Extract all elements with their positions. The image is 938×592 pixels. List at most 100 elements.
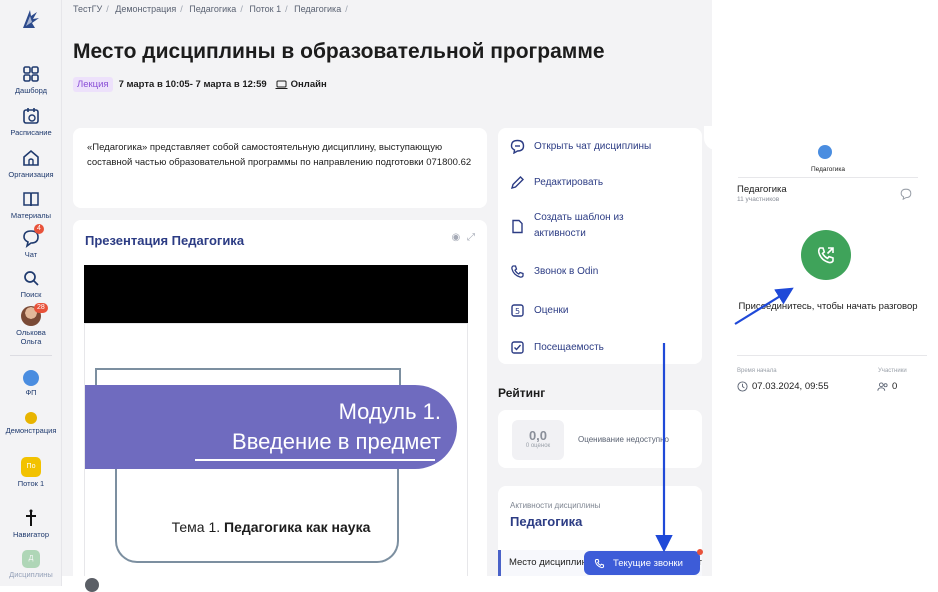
rating-card: 0,0 0 оценок Оценивание недоступно [498, 410, 702, 468]
breadcrumb-item[interactable]: Демонстрация [115, 4, 176, 14]
chat-name: Педагогика [737, 184, 787, 195]
description-card: «Педагогика» представляет собой самостоя… [73, 128, 487, 208]
grades-icon: 5 [511, 304, 524, 317]
score-box: 0,0 0 оценок [512, 420, 564, 460]
sidebar: Дашборд Расписание Организация Материалы… [0, 0, 62, 586]
slide-theme: Тема 1. Педагогика как наука [85, 519, 457, 535]
sidebar-item-organization[interactable]: Организация [0, 148, 62, 179]
presentation-slide[interactable]: Модуль 1. Введение в предмет Тема 1. Пед… [84, 323, 468, 586]
sidebar-item-label: Поток 1 [17, 479, 45, 488]
discipline-name[interactable]: Педагогика [510, 514, 582, 529]
bottom-bar [62, 576, 712, 586]
score-value: 0,0 [528, 428, 548, 443]
sidebar-item-materials[interactable]: Материалы [0, 189, 62, 220]
action-label: Посещаемость [534, 342, 604, 353]
create-template-action[interactable]: Создать шаблон из активности [510, 210, 670, 242]
start-time: 07.03.2024, 09:55 [737, 381, 829, 392]
slide-underline [195, 459, 435, 461]
slide-module-subtitle: Введение в предмет [232, 429, 441, 454]
grades-action[interactable]: 5 Оценки [510, 303, 568, 318]
sidebar-item-label: Материалы [10, 211, 52, 220]
pencil-icon [510, 176, 524, 190]
odin-call-action[interactable]: Звонок в Odin [510, 264, 598, 279]
rating-note: Оценивание недоступно [578, 435, 669, 444]
slide-theme-prefix: Тема 1. [171, 519, 221, 535]
sidebar-item-profile[interactable]: 28 Олькова Ольга [0, 303, 62, 346]
sidebar-item-disciplines[interactable]: Д Дисциплины [0, 550, 62, 579]
sidebar-item-schedule[interactable]: Расписание [0, 106, 62, 137]
sidebar-item-stream[interactable]: По Поток 1 [0, 457, 62, 488]
sidebar-item-search[interactable]: Поиск [0, 268, 62, 299]
sidebar-item-fp[interactable]: ФП [0, 370, 62, 397]
users-icon [877, 382, 888, 391]
breadcrumb-item[interactable]: ТестГУ [73, 4, 102, 14]
slide-header [84, 265, 468, 323]
discipline-icon: Д [22, 550, 40, 568]
call-panel-tab[interactable]: Педагогика [738, 134, 918, 178]
breadcrumb-item[interactable]: Поток 1 [249, 4, 281, 14]
sidebar-item-label: Олькова Ольга [16, 328, 46, 346]
page-title: Место дисциплины в образовательной прогр… [73, 40, 605, 63]
profile-badge: 28 [34, 303, 48, 313]
lesson-date: 7 марта в 10:05- 7 марта в 12:59 [118, 79, 267, 90]
group-icon: По [21, 457, 41, 477]
start-time-value: 07.03.2024, 09:55 [752, 381, 829, 392]
participants-value: 0 [892, 381, 898, 392]
sidebar-item-label: ФП [25, 388, 37, 397]
current-calls-button[interactable]: Текущие звонки [584, 551, 700, 575]
presentation-title: Презентация Педагогика [85, 233, 245, 248]
edit-action[interactable]: Редактировать [510, 175, 603, 190]
laptop-icon [275, 80, 288, 89]
start-time-label: Время начала [737, 368, 777, 374]
chat-bubble-icon[interactable] [900, 187, 912, 205]
action-label: Звонок в Odin [534, 266, 599, 277]
join-call-text: Присоединитесь, чтобы начать разговор [738, 301, 918, 312]
sidebar-item-dashboard[interactable]: Дашборд [0, 64, 62, 95]
call-panel: Педагогика Педагогика 11 участников Прис… [730, 126, 938, 416]
breadcrumb: ТестГУ / Демонстрация / Педагогика / Поток … [73, 4, 348, 14]
sidebar-item-label: Расписание [10, 128, 52, 137]
phone-icon [594, 558, 605, 568]
sidebar-item-demo[interactable]: Демонстрация [0, 412, 62, 435]
action-label: Редактировать [534, 177, 604, 188]
bottom-avatar [85, 578, 99, 592]
join-call-button[interactable] [801, 230, 851, 280]
attendance-action[interactable]: Посещаемость [510, 340, 604, 355]
slide-module-title: Модуль 1. [338, 399, 441, 424]
org-icon [25, 412, 37, 424]
rating-title: Рейтинг [498, 386, 546, 400]
sidebar-item-chat[interactable]: 4 Чат [0, 224, 62, 259]
sidebar-divider [10, 355, 52, 356]
logo-icon[interactable] [17, 6, 43, 32]
participants-count: 0 [877, 381, 897, 392]
org-icon [23, 370, 39, 386]
open-chat-action[interactable]: Открыть чат дисциплины [510, 139, 651, 154]
sidebar-item-label: Дашборд [14, 86, 48, 95]
call-panel-tab-label: Педагогика [811, 166, 845, 173]
search-icon [21, 268, 41, 288]
phone-icon [511, 265, 524, 278]
lesson-type-tag: Лекция [73, 77, 113, 92]
action-label: Оценки [534, 305, 569, 316]
eye-icon[interactable]: ◉ [451, 232, 460, 243]
action-label: Создать шаблон из активности [534, 212, 624, 239]
calendar-icon [21, 106, 41, 126]
navigator-icon [21, 508, 41, 528]
phone-join-icon [817, 247, 834, 264]
participants-label: Участники [878, 368, 907, 374]
sidebar-item-navigator[interactable]: Навигатор [0, 508, 62, 539]
svg-text:5: 5 [515, 307, 520, 316]
breadcrumb-item[interactable]: Педагогика [294, 4, 341, 14]
expand-icon[interactable]: ⤢ [467, 232, 475, 243]
org-icon [818, 145, 832, 159]
sidebar-item-label: Навигатор [12, 530, 50, 539]
sidebar-item-label: Демонстрация [5, 426, 57, 435]
dashboard-icon [21, 64, 41, 84]
building-icon [21, 148, 41, 168]
attendance-icon [511, 341, 524, 354]
chat-badge: 4 [34, 224, 44, 234]
panel-edge [704, 126, 730, 150]
breadcrumb-item[interactable]: Педагогика [189, 4, 236, 14]
clock-icon [737, 381, 748, 392]
sidebar-item-label: Поиск [20, 290, 42, 299]
